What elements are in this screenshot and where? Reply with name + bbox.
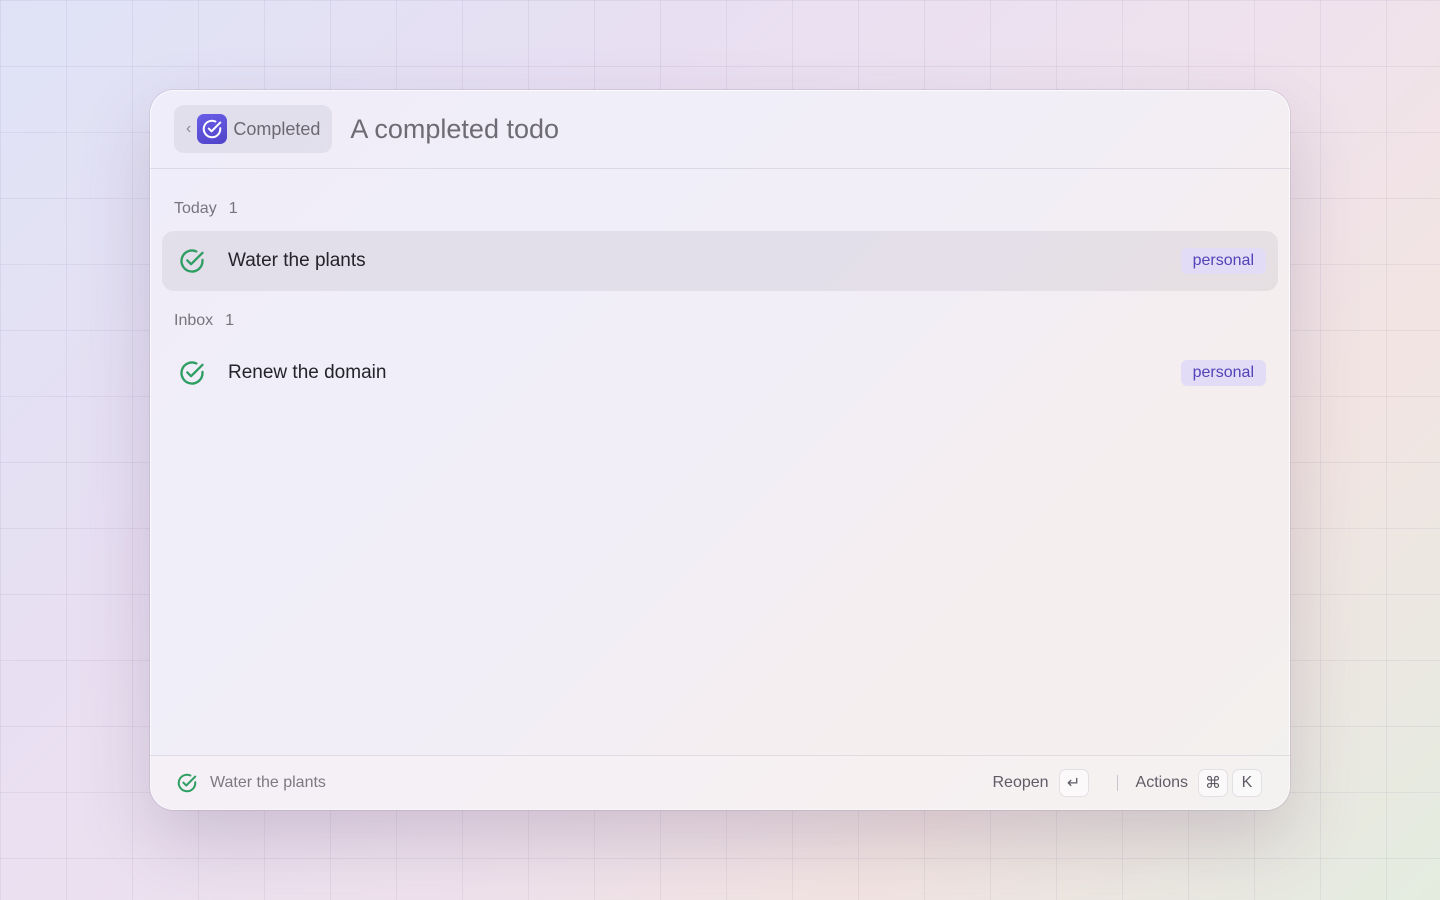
- selected-item-title: Water the plants: [210, 774, 326, 791]
- section-header-today: Today 1: [162, 197, 1278, 221]
- k-key: K: [1232, 769, 1262, 797]
- reopen-label: Reopen: [992, 774, 1049, 791]
- search-input[interactable]: [350, 113, 1051, 145]
- list-item[interactable]: Renew the domain personal: [162, 343, 1278, 403]
- action-bar: Water the plants Reopen ↵ Actions ⌘ K: [150, 755, 1290, 810]
- back-button-label: Completed: [233, 118, 321, 139]
- tag-badge: personal: [1180, 360, 1266, 386]
- enter-key-icon: ↵: [1058, 769, 1089, 797]
- check-circle-icon[interactable]: [178, 359, 206, 387]
- section-count: 1: [225, 312, 235, 329]
- section-count: 1: [228, 200, 238, 217]
- todo-list: Today 1 Water the plants personal Inbox …: [150, 169, 1290, 403]
- actions-label: Actions: [1135, 774, 1188, 791]
- chevron-left-icon: ‹: [186, 120, 192, 137]
- check-circle-icon[interactable]: [178, 247, 206, 275]
- command-window: ‹ Completed Today 1 Water the plants: [150, 90, 1290, 810]
- command-key-icon: ⌘: [1198, 769, 1228, 797]
- section-title: Today: [174, 200, 217, 217]
- item-title: Water the plants: [228, 250, 366, 271]
- item-title: Renew the domain: [228, 362, 387, 383]
- search-header: ‹ Completed: [150, 90, 1290, 169]
- actions-button[interactable]: Actions ⌘ K: [1136, 769, 1262, 797]
- todo-app-icon: [197, 114, 228, 144]
- section-header-inbox: Inbox 1: [162, 309, 1278, 333]
- check-circle-icon: [176, 772, 198, 794]
- footer-divider: [1116, 775, 1118, 791]
- reopen-button[interactable]: Reopen ↵: [992, 769, 1089, 797]
- back-button[interactable]: ‹ Completed: [174, 105, 333, 153]
- tag-badge: personal: [1180, 248, 1266, 274]
- list-item[interactable]: Water the plants personal: [162, 231, 1278, 291]
- section-title: Inbox: [174, 312, 214, 329]
